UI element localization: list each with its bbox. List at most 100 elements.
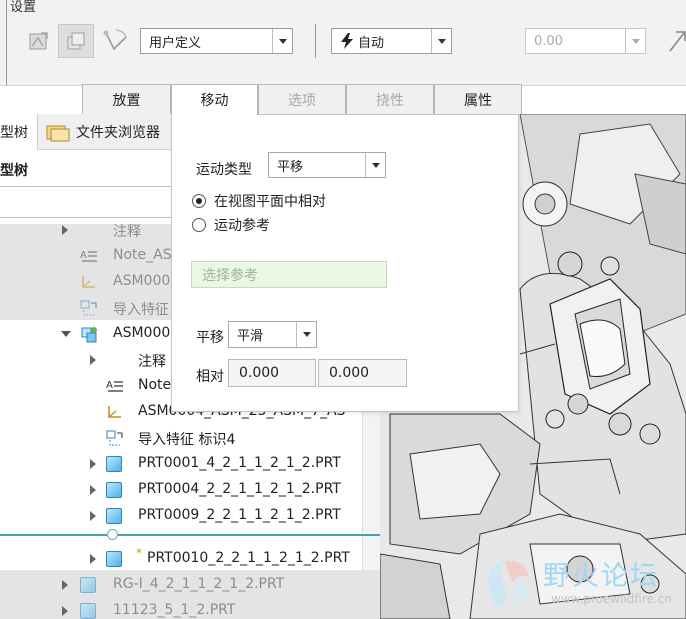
drag-tool-button[interactable] <box>101 26 131 56</box>
ribbon-divider <box>6 0 7 86</box>
part-icon <box>106 508 122 524</box>
move-component-button[interactable] <box>58 24 94 58</box>
tree-item[interactable]: PRT0009_2_2_1_1_2_1_2.PRT <box>0 503 362 529</box>
tab-label: 移动 <box>200 93 229 109</box>
expand-closed-icon[interactable] <box>90 511 96 521</box>
ribbon-toolbar: 设置 用户定义 自动 0.00 <box>0 0 686 86</box>
tab-label: 型树 <box>0 125 28 141</box>
lightning-icon <box>341 33 353 49</box>
tab-folder-browser[interactable]: 文件夹浏览器 <box>76 122 160 142</box>
snap-value: 自动 <box>358 35 385 51</box>
view-plane-radio-label[interactable]: 在视图平面中相对 <box>214 191 326 211</box>
tree-item-label: 导入特征 <box>113 302 169 318</box>
move-icon <box>67 32 85 50</box>
drag-insert-line <box>0 534 380 536</box>
tree-item-label: RG-I_4_2_1_1_2_1_2.PRT <box>113 576 285 592</box>
tab-model-tree[interactable]: 型树 <box>0 114 38 150</box>
svg-text:A: A <box>80 250 87 261</box>
flip-direction-button[interactable] <box>666 26 686 56</box>
expand-closed-icon[interactable] <box>62 606 68 616</box>
motion-mode-value: 用户定义 <box>149 35 202 51</box>
ribbon-separator <box>315 24 316 58</box>
tree-item[interactable]: 11123_5_1_2.PRT <box>0 598 362 619</box>
tab-label: 属性 <box>464 92 492 109</box>
tab-options[interactable]: 选项 <box>258 84 346 114</box>
modified-marker-icon: * <box>136 546 142 560</box>
note-icon: A <box>106 378 123 394</box>
motion-mode-select[interactable]: 用户定义 <box>140 28 293 54</box>
tree-item[interactable]: 导入特征 标识4 <box>0 425 362 451</box>
part-icon <box>106 551 122 567</box>
expand-open-icon[interactable] <box>61 331 71 337</box>
import-feature-icon <box>80 300 97 316</box>
constraint-placement-button[interactable] <box>26 28 52 54</box>
expand-closed-icon[interactable] <box>62 225 68 235</box>
motion-type-value: 平移 <box>277 159 304 175</box>
tab-label: 挠性 <box>376 92 404 109</box>
tree-item-label: PRT0009_2_2_1_1_2_1_2.PRT <box>138 507 341 523</box>
tab-label: 选项 <box>288 92 316 109</box>
part-icon <box>106 482 122 498</box>
chevron-down-icon[interactable] <box>365 153 385 177</box>
tree-item-label: 注释 <box>113 224 141 240</box>
csys-icon <box>106 404 122 420</box>
expand-closed-icon[interactable] <box>90 355 96 365</box>
translate-select[interactable]: 平滑 <box>228 321 317 348</box>
tree-item-label: 11123_5_1_2.PRT <box>113 602 236 618</box>
tree-item-label: ASM000 <box>113 273 171 289</box>
tree-filter-input[interactable] <box>0 186 175 218</box>
move-panel: 运动类型 平移 在视图平面中相对 运动参考 选择参考 平移 平滑 相对 0.00… <box>171 114 519 412</box>
tab-move[interactable]: 移动 <box>171 84 258 115</box>
watermark-url: www.proewildfire.cn <box>551 592 672 606</box>
tree-item[interactable]: * PRT0010_2_2_1_1_2_1_2.PRT <box>0 546 362 572</box>
reference-collector[interactable]: 选择参考 <box>191 261 387 288</box>
chevron-down-icon[interactable] <box>625 29 645 53</box>
offset-value: 0.00 <box>534 33 563 49</box>
csys-icon <box>80 274 96 290</box>
offset-value-field[interactable]: 0.00 <box>525 28 646 54</box>
tree-item[interactable]: PRT0004_2_2_1_1_2_1_2.PRT <box>0 477 362 503</box>
tree-item-label: 导入特征 标识4 <box>138 432 236 448</box>
folder-icon <box>46 122 70 142</box>
relative-x-field[interactable]: 0.000 <box>228 359 316 387</box>
insert-handle[interactable] <box>107 529 118 540</box>
tree-item[interactable]: PRT0001_4_2_1_1_2_1_2.PRT <box>0 451 362 477</box>
expand-closed-icon[interactable] <box>90 485 96 495</box>
chevron-down-icon[interactable] <box>431 29 451 53</box>
assembly-icon <box>80 326 97 343</box>
diagonal-arrow-icon <box>669 31 686 52</box>
tree-item-label: PRT0004_2_2_1_1_2_1_2.PRT <box>138 481 341 497</box>
tree-item-label: PRT0001_4_2_1_1_2_1_2.PRT <box>138 455 341 471</box>
expand-closed-icon[interactable] <box>62 580 68 590</box>
tab-properties[interactable]: 属性 <box>434 84 522 114</box>
tab-flexibility[interactable]: 挠性 <box>346 84 434 114</box>
relative-label: 相对 <box>196 369 224 385</box>
svg-text:A: A <box>106 380 113 391</box>
part-icon <box>80 577 96 593</box>
tree-item[interactable]: RG-I_4_2_1_1_2_1_2.PRT <box>0 572 362 598</box>
app-window: 设置 用户定义 自动 0.00 放置 移动 选项 挠性 属性 型树 文件夹浏览器… <box>0 0 686 619</box>
watermark-title: 野火论坛 <box>543 561 659 592</box>
tree-item-label: 注释 <box>138 354 166 370</box>
chevron-down-icon[interactable] <box>272 29 292 53</box>
constraint-icon <box>29 32 48 50</box>
note-icon: A <box>80 248 97 264</box>
expand-closed-icon[interactable] <box>90 459 96 469</box>
expand-closed-icon[interactable] <box>90 554 96 564</box>
chevron-down-icon[interactable] <box>296 322 316 347</box>
motion-type-label: 运动类型 <box>196 162 252 178</box>
motion-reference-radio[interactable] <box>192 218 206 232</box>
tree-header: 型树 <box>0 163 28 179</box>
part-icon <box>106 456 122 472</box>
tree-item-label: Note <box>138 377 172 393</box>
motion-type-select[interactable]: 平移 <box>268 152 386 178</box>
relative-y-field[interactable]: 0.000 <box>318 359 407 387</box>
view-plane-radio[interactable] <box>192 194 206 208</box>
translate-value: 平滑 <box>237 329 264 344</box>
tab-placement[interactable]: 放置 <box>82 84 171 114</box>
import-feature-icon <box>106 430 123 446</box>
ribbon-group-title: 设置 <box>10 0 37 15</box>
drag-icon <box>103 29 127 51</box>
snap-select[interactable]: 自动 <box>331 28 452 54</box>
motion-reference-radio-label[interactable]: 运动参考 <box>214 215 270 235</box>
